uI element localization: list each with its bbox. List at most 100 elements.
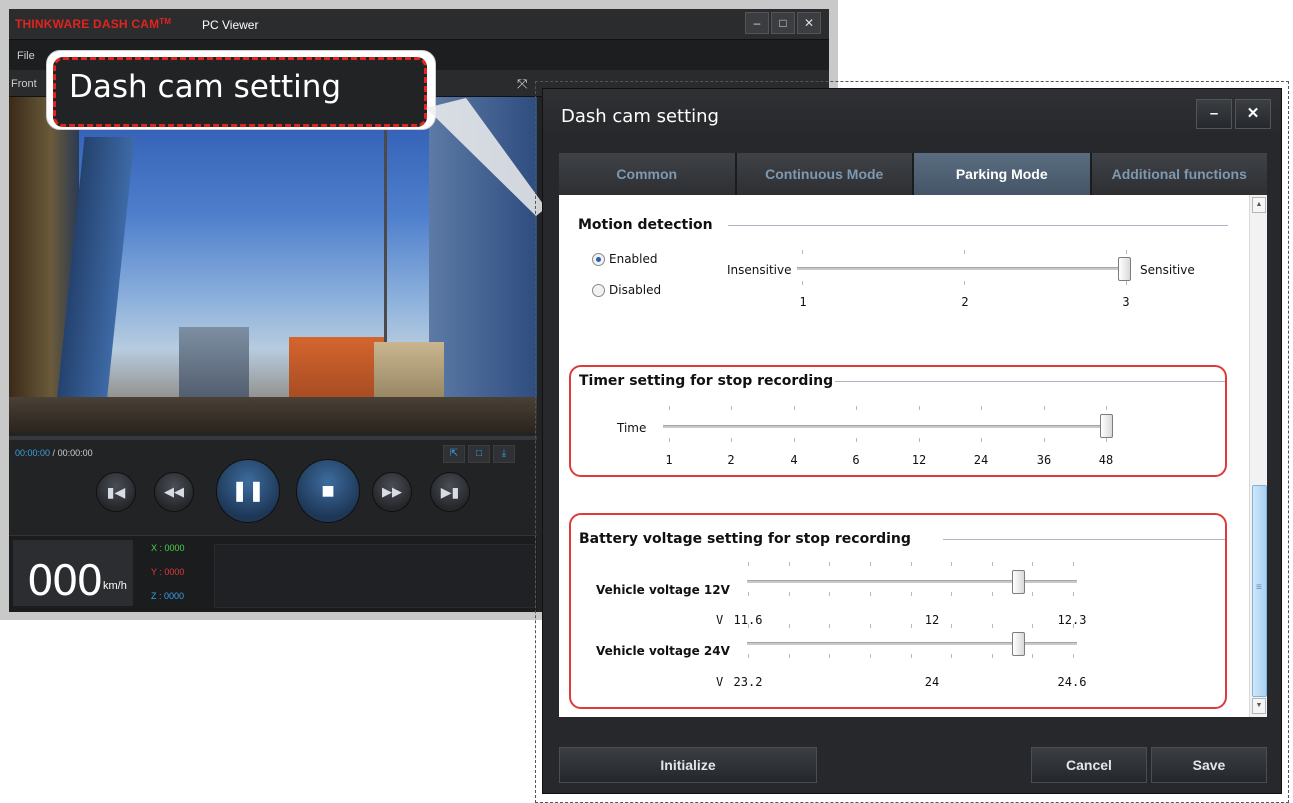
content-scrollbar[interactable]: ▲ ≡ ▼	[1249, 195, 1267, 717]
timer-tick-label: 48	[1098, 453, 1114, 467]
scrollbar-down-arrow-icon[interactable]: ▼	[1252, 698, 1266, 714]
v24-tick-mid: 24	[924, 675, 940, 689]
voltage-12v-track[interactable]	[747, 580, 1077, 583]
timer-tick-mark	[731, 406, 732, 410]
v12-tick-mark	[1032, 592, 1033, 596]
app-name: PC Viewer	[202, 18, 259, 32]
v12-tick-mark	[1073, 592, 1074, 596]
brand-logo: THINKWARE DASH CAMTM	[15, 17, 172, 31]
save-button[interactable]: Save	[1151, 747, 1267, 783]
callout-highlight: Dash cam setting	[53, 57, 427, 127]
v12-tick-mark	[992, 562, 993, 566]
viewer-maximize-button[interactable]: □	[771, 12, 795, 34]
v12-tick-mark	[1073, 562, 1074, 566]
download-icon[interactable]: ⤓	[493, 445, 515, 463]
v24-tick-mark	[951, 654, 952, 658]
voltage-12v-thumb[interactable]	[1012, 570, 1025, 594]
playback-progress-bar[interactable]	[9, 436, 537, 440]
skip-back-icon[interactable]: ▮◀	[96, 472, 136, 512]
speed-unit: km/h	[103, 580, 127, 592]
tab-parking-mode[interactable]: Parking Mode	[914, 153, 1092, 195]
timer-track[interactable]	[663, 425, 1109, 428]
viewer-close-button[interactable]: ✕	[797, 12, 821, 34]
timer-tick-label: 6	[852, 453, 860, 467]
timer-tick-label: 1	[665, 453, 673, 467]
timer-tick-mark	[981, 406, 982, 410]
voltage-24v-unit: V	[716, 675, 724, 689]
timer-tick-mark	[669, 406, 670, 410]
v24-tick-mark	[829, 624, 830, 628]
tick	[802, 250, 803, 254]
radio-enabled[interactable]	[592, 253, 605, 266]
motion-detection-divider	[728, 225, 1228, 226]
timer-tick-label: 4	[790, 453, 798, 467]
tab-additional-functions[interactable]: Additional functions	[1091, 153, 1267, 195]
tick	[964, 250, 965, 254]
scrollbar-up-arrow-icon[interactable]: ▲	[1252, 197, 1266, 213]
stop-icon[interactable]: ■	[296, 459, 360, 523]
enabled-label: Enabled	[609, 252, 658, 266]
timer-title: Timer setting for stop recording	[579, 373, 834, 389]
g-sensor-y: Y : 0000	[151, 567, 185, 577]
dialog-title: Dash cam setting	[561, 106, 719, 127]
pause-icon[interactable]: ❚❚	[216, 459, 280, 523]
cancel-button[interactable]: Cancel	[1031, 747, 1147, 783]
timer-tick-label: 36	[1036, 453, 1052, 467]
timer-tick-mark	[919, 406, 920, 410]
v12-tick-mark	[992, 592, 993, 596]
tab-continuous-mode[interactable]: Continuous Mode	[736, 153, 914, 195]
v24-tick-mark	[789, 624, 790, 628]
vehicle-voltage-24v-label: Vehicle voltage 24V	[596, 644, 730, 658]
capture-icon[interactable]: ⇱	[443, 445, 465, 463]
timer-tick-mark	[669, 438, 670, 442]
timer-tick-mark	[856, 438, 857, 442]
menu-file[interactable]: File	[17, 50, 35, 62]
scrollbar-thumb[interactable]: ≡	[1252, 485, 1267, 697]
v12-tick-max: 12.3	[1057, 613, 1087, 627]
timer-tick-mark	[794, 406, 795, 410]
dialog-minimize-button[interactable]: –	[1196, 99, 1232, 129]
playback-tools: ⇱ □ ⤓	[443, 445, 515, 463]
timer-thumb[interactable]	[1100, 414, 1113, 438]
speed-value: 000	[27, 556, 103, 605]
v24-tick-min: 23.2	[733, 675, 763, 689]
sensitive-label: Sensitive	[1140, 263, 1195, 277]
v24-tick-mark	[911, 624, 912, 628]
tick	[1126, 281, 1127, 285]
skip-forward-icon[interactable]: ▶▮	[430, 472, 470, 512]
fullscreen-icon[interactable]: ⤧	[517, 76, 527, 92]
voltage-24v-thumb[interactable]	[1012, 632, 1025, 656]
initialize-button[interactable]: Initialize	[559, 747, 817, 783]
timer-tick-mark	[981, 438, 982, 442]
timer-tick-mark	[1106, 438, 1107, 442]
motion-sensitivity-track[interactable]	[797, 267, 1127, 270]
time-label: Time	[617, 421, 647, 435]
v12-tick-mark	[911, 562, 912, 566]
radio-disabled[interactable]	[592, 284, 605, 297]
tab-common[interactable]: Common	[559, 153, 737, 195]
sensor-panel: 000 km/h X : 0000 Y : 0000 Z : 0000	[9, 535, 537, 612]
dialog-close-button[interactable]: ✕	[1235, 99, 1271, 129]
dialog-window-controls: – ✕	[1196, 99, 1271, 129]
g-sensor-x: X : 0000	[151, 543, 185, 553]
v24-tick-mark	[789, 654, 790, 658]
timer-tick-mark	[731, 438, 732, 442]
voltage-24v-track[interactable]	[747, 642, 1077, 645]
settings-tabs: Common Continuous Mode Parking Mode Addi…	[559, 153, 1267, 195]
frame-icon[interactable]: □	[468, 445, 490, 463]
v24-tick-mark	[1073, 654, 1074, 658]
timer-tick-label: 2	[727, 453, 735, 467]
rewind-icon[interactable]: ◀◀	[154, 472, 194, 512]
viewer-minimize-button[interactable]: –	[745, 12, 769, 34]
fast-forward-icon[interactable]: ▶▶	[372, 472, 412, 512]
v24-tick-mark	[870, 654, 871, 658]
timer-tick-label: 12	[911, 453, 927, 467]
dash-cam-setting-dialog: Dash cam setting – ✕ Common Continuous M…	[542, 88, 1282, 794]
motion-sensitivity-thumb[interactable]	[1118, 257, 1131, 281]
v12-tick-mark	[789, 592, 790, 596]
v12-tick-mark	[870, 592, 871, 596]
front-camera-tab[interactable]: Front	[11, 78, 37, 90]
timer-tick-mark	[856, 406, 857, 410]
timer-tick-mark	[1106, 406, 1107, 410]
timer-tick-mark	[794, 438, 795, 442]
